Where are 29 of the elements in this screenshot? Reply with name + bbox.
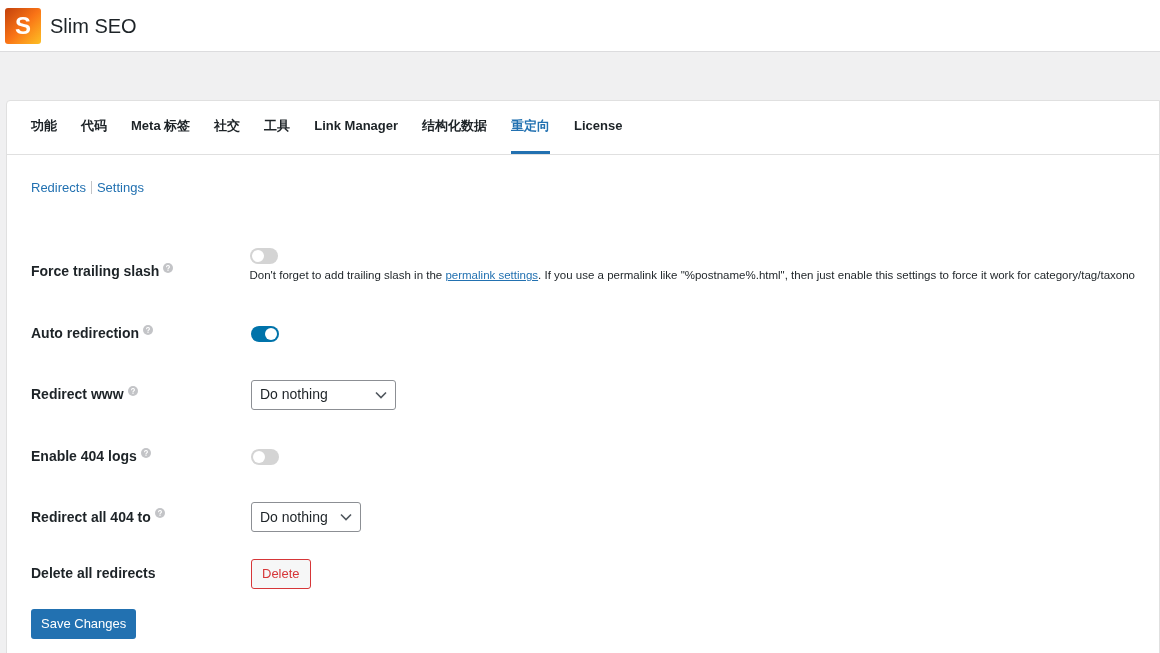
setting-description: Don't forget to add trailing slash in the permalink settings. If you use a permalink like "%postname%.html", then just enable this settings to force it work for category/tag/taxono (249, 268, 1135, 284)
setting-label: Auto redirection (31, 324, 140, 343)
subnav-link[interactable]: Settings (96, 178, 144, 198)
delete-button[interactable]: Delete (251, 558, 311, 589)
select-field[interactable]: Do nothing (251, 379, 396, 410)
chevron-icon (375, 390, 387, 399)
tab[interactable]: 结构化数据 (422, 101, 488, 154)
tab[interactable]: 代码 (81, 101, 107, 154)
select-field[interactable]: Do nothing (251, 502, 361, 532)
save-button[interactable]: Save Changes (31, 608, 137, 639)
tab[interactable]: 功能 (31, 101, 57, 154)
tab[interactable]: 社交 (214, 101, 241, 154)
tab[interactable]: 工具 (264, 101, 291, 154)
tab[interactable]: Meta 标签 (131, 101, 191, 154)
tab[interactable]: 重定向 (511, 101, 551, 154)
setting-label: Redirect www (31, 385, 124, 404)
toggle-switch[interactable] (251, 325, 279, 342)
toggle-switch[interactable] (249, 248, 278, 265)
setting-label: Redirect all 404 to (31, 507, 151, 527)
tab[interactable]: Link Manager (314, 101, 399, 154)
logo: S (5, 7, 41, 44)
app-title: Slim SEO (50, 13, 137, 39)
setting-label: Delete all redirects (31, 564, 156, 583)
setting-label: Force trailing slash (31, 262, 160, 281)
subnav-link[interactable]: Redirects (31, 178, 86, 198)
setting-label: Enable 404 logs (31, 447, 137, 466)
tab[interactable]: License (574, 101, 623, 154)
chevron-icon (340, 513, 352, 521)
toggle-switch[interactable] (251, 448, 279, 465)
